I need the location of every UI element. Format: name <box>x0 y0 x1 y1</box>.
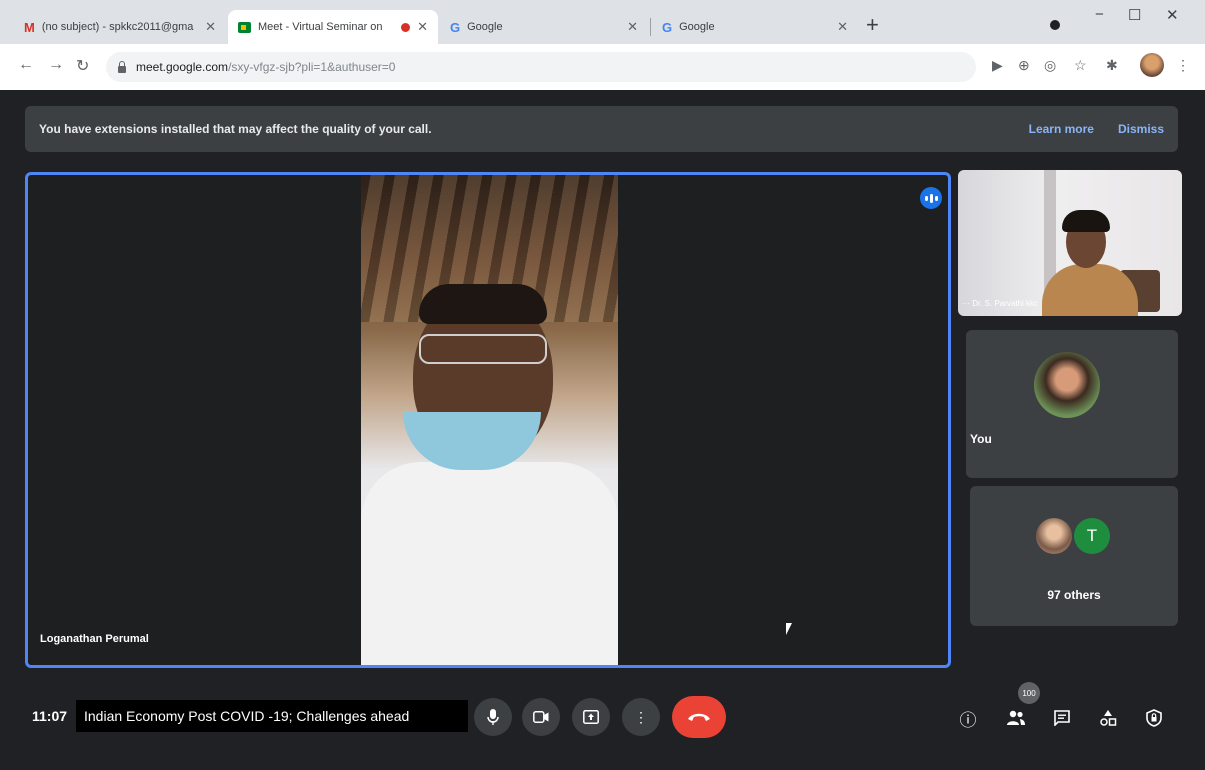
others-count-label: 97 others <box>1047 588 1101 602</box>
recording-indicator-icon <box>401 22 411 32</box>
address-bar[interactable]: meet.google.com/sxy-vfgz-sjb?pli=1&authu… <box>106 52 976 82</box>
participant-tile-self[interactable]: You <box>966 330 1178 478</box>
url-path: /sxy-vfgz-sjb?pli=1&authuser=0 <box>228 60 396 74</box>
tab-google-2[interactable]: G Google ✕ <box>652 10 858 44</box>
tab-google-1[interactable]: G Google ✕ <box>440 10 648 44</box>
microphone-button[interactable] <box>474 698 512 736</box>
activities-button[interactable] <box>1094 704 1122 732</box>
tab-title: (no subject) - spkkc2011@gma <box>41 21 194 33</box>
self-label: You <box>970 432 992 446</box>
browser-menu-icon[interactable]: ⋮ <box>1176 57 1190 74</box>
activities-icon <box>1100 710 1117 726</box>
mouse-cursor-icon <box>786 623 792 635</box>
chrome-profile-icon[interactable] <box>1050 20 1060 30</box>
url-host: meet.google.com <box>136 60 229 74</box>
participant-tile-others[interactable]: T 97 others <box>970 486 1178 626</box>
shield-lock-icon <box>1146 709 1162 727</box>
user-avatar-icon[interactable] <box>1140 53 1164 77</box>
participant-tile-presenter[interactable]: ··· Dr. S. Parvathi kkc <box>958 170 1182 316</box>
more-vert-icon: ⋮ <box>634 708 648 725</box>
camera-icon <box>533 711 549 723</box>
close-tab-icon[interactable]: ✕ <box>837 19 848 35</box>
self-avatar <box>1034 352 1100 418</box>
back-arrow-icon[interactable]: ← <box>18 56 34 74</box>
video-hair <box>1062 210 1110 232</box>
speaker-video <box>361 175 618 665</box>
extensions-icon[interactable]: ✱ <box>1106 57 1118 74</box>
speaking-indicator-icon <box>920 187 942 209</box>
people-icon <box>1007 710 1025 725</box>
close-tab-icon[interactable]: ✕ <box>417 19 428 35</box>
people-button[interactable] <box>1002 704 1030 732</box>
maximize-icon[interactable]: ☐ <box>1128 6 1141 24</box>
forward-arrow-icon[interactable]: → <box>48 56 64 74</box>
host-controls-button[interactable] <box>1140 704 1168 732</box>
learn-more-link[interactable]: Learn more <box>1029 122 1094 136</box>
speaker-name-label: Loganathan Perumal <box>40 633 149 645</box>
tab-meet[interactable]: Meet - Virtual Seminar on ✕ <box>228 10 438 44</box>
minimize-icon[interactable]: − <box>1095 6 1104 23</box>
camera-in-use-icon[interactable]: ▶ <box>992 57 1003 74</box>
reload-icon[interactable]: ↻ <box>76 56 89 76</box>
banner-message: You have extensions installed that may a… <box>39 122 432 136</box>
hang-up-icon <box>688 713 710 721</box>
tab-divider <box>650 18 651 36</box>
tab-title: Meet - Virtual Seminar on <box>258 21 383 33</box>
tab-gmail[interactable]: M (no subject) - spkkc2011@gma ✕ <box>14 10 226 44</box>
window-close-icon[interactable]: ✕ <box>1166 6 1179 24</box>
chat-icon <box>1054 710 1070 726</box>
microphone-icon <box>487 709 499 725</box>
end-call-button[interactable] <box>672 696 726 738</box>
presenter-name: Dr. S. Parvathi kkc <box>972 299 1039 308</box>
participant-count-badge: 100 <box>1018 682 1040 704</box>
gmail-icon: M <box>24 19 35 35</box>
meet-window: You have extensions installed that may a… <box>0 90 1205 770</box>
participant-name-label: ··· Dr. S. Parvathi kkc <box>962 299 1039 308</box>
camera-button[interactable] <box>522 698 560 736</box>
others-avatar <box>1036 518 1072 554</box>
bookmark-star-icon[interactable]: ☆ <box>1074 57 1087 74</box>
google-icon: G <box>450 19 461 35</box>
tab-title: Google <box>679 21 715 33</box>
meeting-title: Indian Economy Post COVID -19; Challenge… <box>76 700 468 732</box>
clock-label: 11:07 <box>32 708 68 724</box>
video-shirt <box>361 462 618 665</box>
main-speaker-tile[interactable]: Loganathan Perumal <box>25 172 951 668</box>
others-initial-avatar: T <box>1074 518 1110 554</box>
present-screen-icon <box>583 710 599 724</box>
lock-icon[interactable] <box>118 60 126 73</box>
zoom-icon[interactable]: ⊕ <box>1018 57 1030 74</box>
present-screen-button[interactable] <box>572 698 610 736</box>
cast-icon[interactable]: ◎ <box>1044 57 1056 74</box>
info-icon: ⓘ <box>959 710 977 730</box>
meeting-details-button[interactable]: ⓘ <box>954 704 982 732</box>
extensions-warning-banner: You have extensions installed that may a… <box>25 106 1178 152</box>
dismiss-button[interactable]: Dismiss <box>1118 122 1164 136</box>
browser-tab-strip: M (no subject) - spkkc2011@gma ✕ Meet - … <box>0 0 1205 44</box>
more-options-button[interactable]: ⋮ <box>622 698 660 736</box>
chat-button[interactable] <box>1048 704 1076 732</box>
close-tab-icon[interactable]: ✕ <box>627 19 638 35</box>
tab-title: Google <box>467 21 503 33</box>
close-tab-icon[interactable]: ✕ <box>205 19 216 35</box>
video-glasses <box>419 334 547 364</box>
new-tab-button[interactable]: + <box>866 14 879 36</box>
browser-toolbar: ← → ↻ meet.google.com/sxy-vfgz-sjb?pli=1… <box>0 44 1205 91</box>
video-hair <box>419 284 547 324</box>
meet-icon <box>238 21 251 33</box>
google-icon: G <box>662 19 673 35</box>
